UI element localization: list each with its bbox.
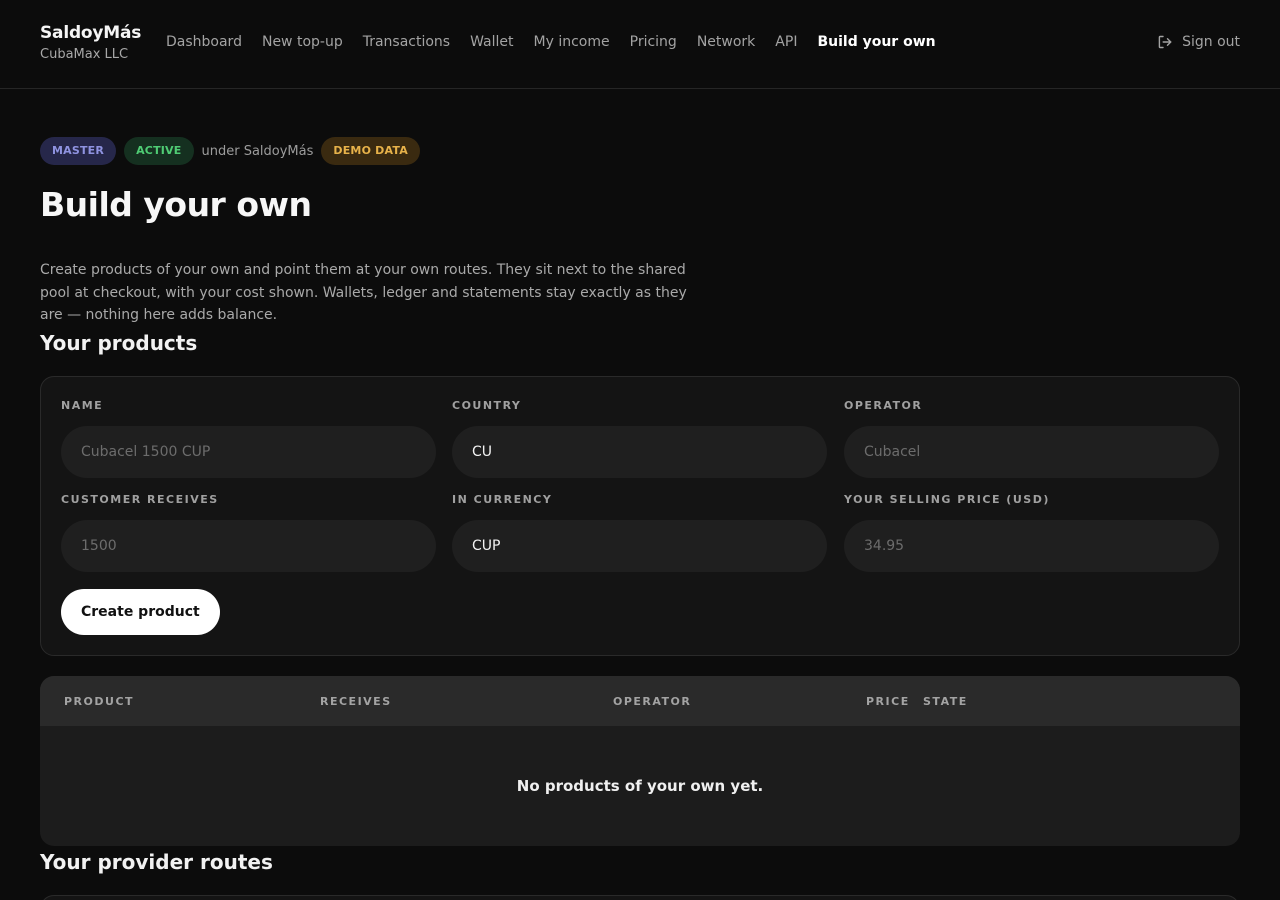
create-product-button[interactable]: Create product xyxy=(61,589,220,635)
page-description: Create products of your own and point th… xyxy=(40,262,687,323)
master-badge: MASTER xyxy=(40,137,117,165)
name-field: NAME xyxy=(61,399,436,478)
brand-name: SaldoyMás xyxy=(40,23,142,43)
nav-item-transactions[interactable]: Transactions xyxy=(363,34,450,50)
nav-item-new-top-up[interactable]: New top-up xyxy=(262,34,343,50)
brand[interactable]: SaldoyMás CubaMax LLC xyxy=(40,23,141,62)
sign-out-icon xyxy=(1158,35,1172,49)
page-title: Build your own xyxy=(40,185,312,224)
receives-input[interactable] xyxy=(61,520,436,572)
nav-item-network[interactable]: Network xyxy=(697,34,755,50)
price-input[interactable] xyxy=(844,520,1219,572)
create-product-form: NAME COUNTRY OPERATOR CUSTOMER RECEIVES … xyxy=(40,376,1240,656)
column-header-price[interactable]: PRICE xyxy=(866,695,910,708)
brand-company: CubaMax LLC xyxy=(40,47,129,62)
nav-item-api[interactable]: API xyxy=(775,34,797,50)
receives-label: CUSTOMER RECEIVES xyxy=(61,493,219,506)
nav-item-dashboard[interactable]: Dashboard xyxy=(166,34,242,50)
country-label: COUNTRY xyxy=(452,399,522,412)
operator-label: OPERATOR xyxy=(844,399,923,412)
column-header-receives[interactable]: RECEIVES xyxy=(320,695,392,708)
price-field: YOUR SELLING PRICE (USD) xyxy=(844,493,1219,572)
column-header-state[interactable]: STATE xyxy=(923,695,968,708)
country-field: COUNTRY xyxy=(452,399,827,478)
main-nav: Dashboard New top-up Transactions Wallet… xyxy=(166,34,956,50)
nav-item-build-your-own[interactable]: Build your own xyxy=(817,34,935,50)
currency-label: IN CURRENCY xyxy=(452,493,553,506)
nav-item-my-income[interactable]: My income xyxy=(534,34,610,50)
name-label: NAME xyxy=(61,399,104,412)
parent-account-text: under SaldoyMás xyxy=(201,143,314,159)
operator-field: OPERATOR xyxy=(844,399,1219,478)
table-header: PRODUCT RECEIVES OPERATOR PRICE STATE xyxy=(40,676,1240,726)
currency-input[interactable] xyxy=(452,520,827,572)
top-header: SaldoyMás CubaMax LLC Dashboard New top-… xyxy=(0,0,1280,89)
column-header-product[interactable]: PRODUCT xyxy=(64,695,134,708)
price-label: YOUR SELLING PRICE (USD) xyxy=(844,493,1050,506)
empty-state-message: No products of your own yet. xyxy=(516,777,764,795)
demo-data-badge: DEMO DATA xyxy=(321,137,420,165)
sign-out-label: Sign out xyxy=(1182,34,1240,50)
currency-field: IN CURRENCY xyxy=(452,493,827,572)
sign-out-button[interactable]: Sign out xyxy=(1157,34,1240,50)
products-section-title: Your products xyxy=(40,331,198,355)
routes-section-title: Your provider routes xyxy=(40,850,273,874)
provider-routes-card xyxy=(40,895,1240,900)
country-input[interactable] xyxy=(452,426,827,478)
name-input[interactable] xyxy=(61,426,436,478)
products-table: PRODUCT RECEIVES OPERATOR PRICE STATE No… xyxy=(40,676,1240,846)
active-badge: ACTIVE xyxy=(124,137,194,165)
receives-field: CUSTOMER RECEIVES xyxy=(61,493,436,572)
nav-item-wallet[interactable]: Wallet xyxy=(470,34,513,50)
operator-input[interactable] xyxy=(844,426,1219,478)
status-badges: MASTER ACTIVE under SaldoyMás DEMO DATA xyxy=(40,137,428,165)
nav-item-pricing[interactable]: Pricing xyxy=(630,34,677,50)
column-header-operator[interactable]: OPERATOR xyxy=(613,695,691,708)
